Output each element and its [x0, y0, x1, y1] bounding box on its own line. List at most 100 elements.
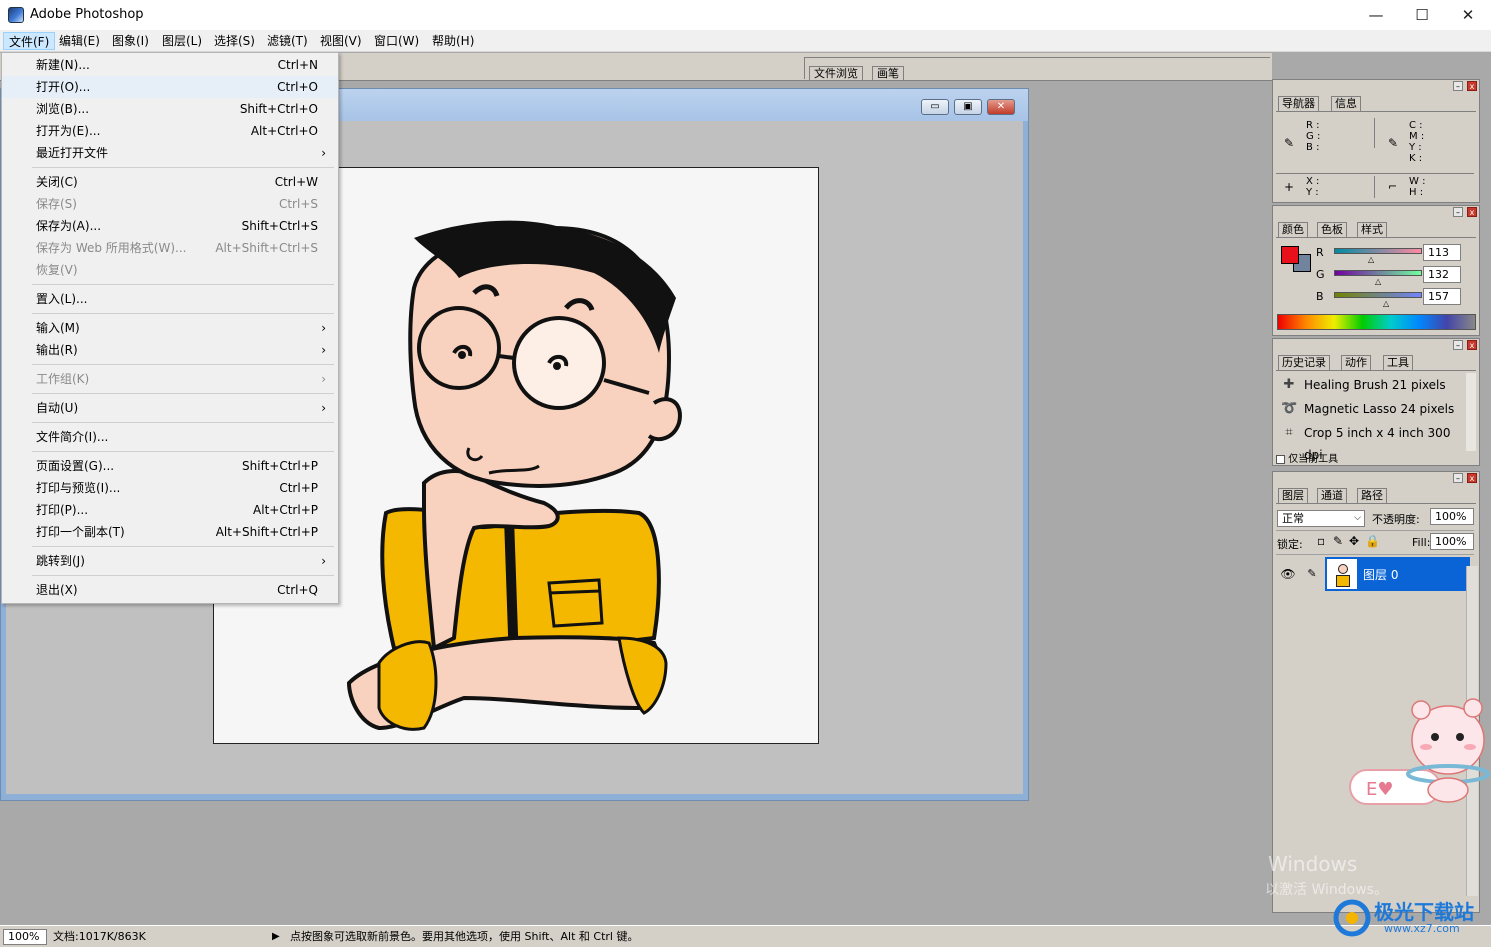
tab-history[interactable]: 历史记录	[1278, 355, 1330, 370]
palette-close-button[interactable]: x	[1467, 473, 1477, 483]
tab-navigator[interactable]: 导航器	[1278, 96, 1319, 111]
history-item-crop[interactable]: ⌗ Crop 5 inch x 4 inch 300 dpi	[1279, 422, 1469, 462]
history-palette: – x 历史记录 动作 工具 ✚ Healing Brush 21 pixels…	[1272, 338, 1480, 466]
menu-import[interactable]: 输入(M) ›	[2, 317, 338, 339]
doc-close-button[interactable]: ✕	[987, 99, 1015, 115]
tab-channels[interactable]: 通道	[1317, 488, 1347, 503]
history-item-healing-brush[interactable]: ✚ Healing Brush 21 pixels	[1279, 374, 1469, 396]
menu-page-setup[interactable]: 页面设置(G)... Shift+Ctrl+P	[2, 455, 338, 477]
menu-open-as[interactable]: 打开为(E)... Alt+Ctrl+O	[2, 120, 338, 142]
minimize-button[interactable]: —	[1353, 0, 1399, 30]
menu-help[interactable]: 帮助(H)	[427, 32, 479, 50]
menu-automate[interactable]: 自动(U) ›	[2, 397, 338, 419]
palette-title-bar[interactable]: – x	[1273, 206, 1479, 218]
palette-title-bar[interactable]: – x	[1273, 339, 1479, 351]
menu-separator	[32, 284, 334, 285]
tab-brushes[interactable]: 画笔	[872, 66, 904, 80]
tab-file-browser[interactable]: 文件浏览	[809, 66, 863, 80]
menu-print[interactable]: 打印(P)... Alt+Ctrl+P	[2, 499, 338, 521]
menu-new[interactable]: 新建(N)... Ctrl+N	[2, 54, 338, 76]
menu-browse[interactable]: 浏览(B)... Shift+Ctrl+O	[2, 98, 338, 120]
doc-minimize-button[interactable]: ▭	[921, 99, 949, 115]
shirt-pocket	[547, 578, 604, 628]
palette-close-button[interactable]: x	[1467, 81, 1477, 91]
green-slider[interactable]	[1334, 270, 1422, 276]
lock-all-icon[interactable]: 🔒	[1365, 534, 1380, 548]
menu-file-info[interactable]: 文件简介(I)...	[2, 426, 338, 448]
green-value-field[interactable]: 132	[1423, 266, 1461, 283]
lock-position-icon[interactable]: ✥	[1349, 534, 1359, 548]
tab-styles[interactable]: 样式	[1357, 222, 1387, 237]
color-spectrum-bar[interactable]	[1277, 314, 1476, 330]
menu-close[interactable]: 关闭(C) Ctrl+W	[2, 171, 338, 193]
history-item-magnetic-lasso[interactable]: ➰ Magnetic Lasso 24 pixels	[1279, 398, 1469, 420]
palette-minimize-button[interactable]: –	[1453, 81, 1463, 91]
opacity-field[interactable]: 100%	[1430, 508, 1474, 525]
info-rgb-labels: R : G : B :	[1306, 120, 1321, 153]
palette-title-bar[interactable]: – x	[1273, 472, 1479, 484]
menu-view[interactable]: 视图(V)	[315, 32, 367, 50]
maximize-button[interactable]: ☐	[1399, 0, 1445, 30]
blue-value-field[interactable]: 157	[1423, 288, 1461, 305]
brush-link-icon[interactable]: ✎	[1301, 557, 1323, 591]
menu-layer[interactable]: 图层(L)	[157, 32, 207, 50]
tab-layers[interactable]: 图层	[1278, 488, 1308, 503]
site-url: www.xz7.com	[1384, 922, 1460, 935]
current-tool-only-checkbox[interactable]: 仅当前工具	[1276, 454, 1476, 466]
tab-color[interactable]: 颜色	[1278, 222, 1308, 237]
menu-select[interactable]: 选择(S)	[209, 32, 260, 50]
tab-paths[interactable]: 路径	[1357, 488, 1387, 503]
fill-field[interactable]: 100%	[1430, 533, 1474, 550]
lock-paint-icon[interactable]: ✎	[1333, 534, 1343, 548]
palette-close-button[interactable]: x	[1467, 340, 1477, 350]
menu-open[interactable]: 打开(O)... Ctrl+O	[2, 76, 338, 98]
tab-info[interactable]: 信息	[1331, 96, 1361, 111]
menu-separator	[32, 393, 334, 394]
menu-save: 保存(S) Ctrl+S	[36, 197, 318, 211]
document-size-info[interactable]: 文档:1017K/863K	[53, 929, 146, 945]
menu-export[interactable]: 输出(R) ›	[2, 339, 338, 361]
close-button[interactable]: ✕	[1445, 0, 1491, 30]
palette-minimize-button[interactable]: –	[1453, 340, 1463, 350]
red-slider[interactable]	[1334, 248, 1422, 254]
foreground-color-swatch[interactable]	[1281, 246, 1299, 264]
menu-jump-to[interactable]: 跳转到(J) ›	[2, 550, 338, 572]
healing-brush-icon: ✚	[1283, 377, 1295, 392]
crop-icon: ⌗	[1285, 425, 1293, 440]
menu-save-for-web: 保存为 Web 所用格式(W)... Alt+Shift+Ctrl+S	[36, 241, 318, 255]
menu-filter[interactable]: 滤镜(T)	[262, 32, 313, 50]
menu-print-preview[interactable]: 打印与预览(I)... Ctrl+P	[2, 477, 338, 499]
tab-swatches[interactable]: 色板	[1317, 222, 1347, 237]
crosshair-icon: +	[1284, 180, 1295, 194]
lock-transparency-icon[interactable]: ▫	[1317, 534, 1325, 548]
palette-close-button[interactable]: x	[1467, 207, 1477, 217]
palette-minimize-button[interactable]: –	[1453, 473, 1463, 483]
menu-save-as[interactable]: 保存为(A)... Shift+Ctrl+S	[2, 215, 338, 237]
tab-tools[interactable]: 工具	[1383, 355, 1413, 370]
menu-window[interactable]: 窗口(W)	[369, 32, 424, 50]
doc-restore-button[interactable]: ▣	[954, 99, 982, 115]
history-scrollbar[interactable]	[1466, 373, 1476, 451]
blue-slider[interactable]	[1334, 292, 1422, 298]
menu-recent-files[interactable]: 最近打开文件 ›	[2, 142, 338, 164]
layer-row[interactable]: 图层 0	[1325, 557, 1470, 591]
menu-edit[interactable]: 编辑(E)	[54, 32, 105, 50]
magnetic-lasso-icon: ➰	[1281, 401, 1298, 416]
status-menu-arrow-icon[interactable]: ▶	[272, 929, 280, 945]
palette-minimize-button[interactable]: –	[1453, 207, 1463, 217]
eye-visibility-icon[interactable]: 👁	[1277, 557, 1299, 591]
zoom-field[interactable]: 100%	[3, 929, 47, 945]
menu-separator	[32, 313, 334, 314]
palette-title-bar[interactable]: – x	[1273, 80, 1479, 92]
menu-print-one-copy[interactable]: 打印一个副本(T) Alt+Shift+Ctrl+P	[2, 521, 338, 543]
menu-exit[interactable]: 退出(X) Ctrl+Q	[2, 579, 338, 601]
menu-place[interactable]: 置入(L)...	[2, 288, 338, 310]
tab-actions[interactable]: 动作	[1341, 355, 1371, 370]
red-value-field[interactable]: 113	[1423, 244, 1461, 261]
blend-mode-select[interactable]: 正常 ⌵	[1277, 510, 1365, 527]
menu-image[interactable]: 图象(I)	[107, 32, 154, 50]
sleeve-shape	[377, 640, 438, 731]
submenu-arrow-icon: ›	[321, 401, 326, 415]
layer-thumbnail	[1327, 559, 1357, 589]
menu-file[interactable]: 文件(F)	[3, 32, 56, 50]
